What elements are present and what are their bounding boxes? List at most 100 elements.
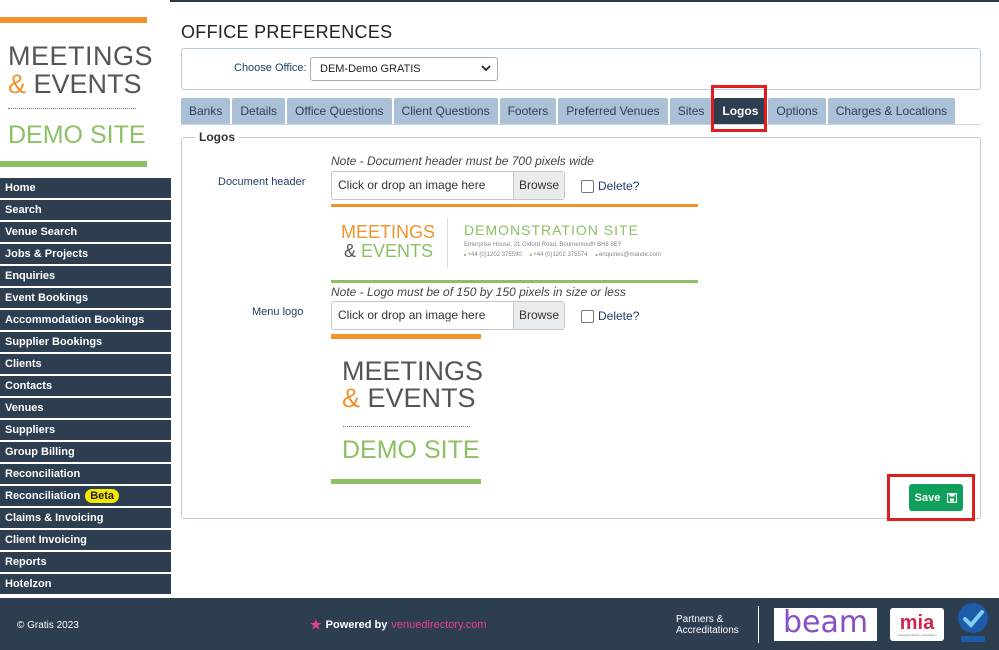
brand-logo[interactable]: MEETINGS & EVENTS DEMO SITE <box>0 17 153 169</box>
office-label: Choose Office: <box>234 62 307 74</box>
doc-preview-phone1: +44 (0)1202 375590 <box>464 252 522 258</box>
sidebar-item-label: Group Billing <box>5 446 75 458</box>
sidebar-item-group-billing[interactable]: Group Billing <box>0 442 171 464</box>
sidebar-item-label: Enquiries <box>5 270 56 282</box>
star-icon: ★ <box>310 617 322 632</box>
logo-line3: DEMO SITE <box>8 121 146 149</box>
document-header-label: Document header <box>218 176 306 188</box>
sidebar-item-label: Client Invoicing <box>5 534 87 546</box>
sidebar-item-search[interactable]: Search <box>0 200 171 222</box>
tab-charges-locations[interactable]: Charges & Locations <box>827 98 956 124</box>
beam-logo[interactable]: beam <box>774 604 877 641</box>
chevron-down-icon <box>481 65 491 72</box>
sidebar-item-reports[interactable]: Reports <box>0 552 171 574</box>
doc-preview-events: EVENTS <box>361 241 434 261</box>
beam-logo-text: beam <box>782 604 869 640</box>
menu-logo-browse-button[interactable]: Browse <box>513 302 564 329</box>
menu-logo-file-input[interactable]: Click or drop an image here Browse <box>331 301 565 330</box>
cyber-essentials-badge-icon[interactable] <box>957 602 989 646</box>
menu-preview-green-bar <box>331 479 481 484</box>
mia-logo-subtext: meetings industry association <box>897 632 937 637</box>
document-header-delete[interactable]: Delete? <box>581 179 639 193</box>
partners-divider <box>758 606 759 643</box>
logos-fieldset: Logos <box>181 130 981 519</box>
sidebar-item-reconciliation-beta[interactable]: Reconciliation Beta <box>0 486 171 508</box>
sidebar-item-hotelzon[interactable]: Hotelzon <box>0 574 171 596</box>
powered-by-text: Powered by <box>325 619 388 631</box>
logo-line2: & EVENTS <box>8 69 142 100</box>
tab-bar: Banks Details Office Questions Client Qu… <box>181 98 957 124</box>
doc-preview-contacts: +44 (0)1202 375590 +44 (0)1202 375574 en… <box>464 252 661 258</box>
sidebar-item-venue-search[interactable]: Venue Search <box>0 222 171 244</box>
partners-line1: Partners & <box>676 614 724 625</box>
logo-orange-bar <box>0 17 147 23</box>
document-header-note: Note - Document header must be 700 pixel… <box>331 154 594 168</box>
sidebar-item-event-bookings[interactable]: Event Bookings <box>0 288 171 310</box>
menu-preview-line2: & EVENTS <box>342 383 476 414</box>
sidebar-item-label: Hotelzon <box>5 578 52 590</box>
sidebar-item-label: Contacts <box>5 380 53 392</box>
tab-office-questions[interactable]: Office Questions <box>287 98 392 124</box>
doc-preview-orange-bar <box>331 204 698 207</box>
document-header-file-input[interactable]: Click or drop an image here Browse <box>331 171 565 200</box>
sidebar-item-enquiries[interactable]: Enquiries <box>0 266 171 288</box>
sidebar-item-jobs-projects[interactable]: Jobs & Projects <box>0 244 171 266</box>
menu-logo-label: Menu logo <box>252 306 304 318</box>
menu-logo-delete-label: Delete? <box>598 309 640 323</box>
sidebar-item-reconciliation[interactable]: Reconciliation <box>0 464 171 486</box>
sidebar-nav: Home Search Venue Search Jobs & Projects… <box>0 178 171 596</box>
sidebar-item-label: Clients <box>5 358 42 370</box>
tab-banks[interactable]: Banks <box>181 98 231 124</box>
tab-details[interactable]: Details <box>232 98 286 124</box>
document-header-preview: MEETINGS & EVENTS DEMONSTRATION SITE Ent… <box>331 204 698 284</box>
document-header-browse-button[interactable]: Browse <box>513 172 564 199</box>
sidebar-item-suppliers[interactable]: Suppliers <box>0 420 171 442</box>
sidebar-item-label: Search <box>5 204 42 216</box>
sidebar-item-accommodation-bookings[interactable]: Accommodation Bookings <box>0 310 171 332</box>
sidebar-item-label: Reports <box>5 556 47 568</box>
mia-logo[interactable]: mia meetings industry association <box>890 608 944 641</box>
logos-tab-highlight <box>711 85 767 132</box>
page-title: OFFICE PREFERENCES <box>181 22 393 42</box>
sidebar-item-label: Reconciliation <box>5 468 81 480</box>
top-rule <box>170 0 999 2</box>
sidebar-item-client-invoicing[interactable]: Client Invoicing <box>0 530 171 552</box>
tab-preferred-venues[interactable]: Preferred Venues <box>558 98 668 124</box>
document-header-delete-checkbox[interactable] <box>581 179 594 193</box>
sidebar-item-venues[interactable]: Venues <box>0 398 171 420</box>
doc-preview-amp: & <box>344 241 357 261</box>
menu-preview-line3: DEMO SITE <box>342 436 480 464</box>
tab-sites[interactable]: Sites <box>669 98 713 124</box>
menu-logo-note: Note - Logo must be of 150 by 150 pixels… <box>331 285 626 299</box>
sidebar-item-home[interactable]: Home <box>0 178 171 200</box>
menu-logo-delete-checkbox[interactable] <box>581 309 594 323</box>
doc-preview-green-bar <box>331 280 698 283</box>
doc-preview-divider <box>447 218 448 268</box>
menu-preview-divider <box>343 426 470 427</box>
save-button[interactable]: Save <box>909 484 963 511</box>
doc-preview-address: Enterprise House, 21 Oxford Road, Bourne… <box>464 242 622 248</box>
tab-footers[interactable]: Footers <box>499 98 557 124</box>
footer: © Gratis 2023 ★ Powered by venuedirector… <box>0 598 999 650</box>
sidebar-item-label: Claims & Invoicing <box>5 512 104 524</box>
menu-logo-delete[interactable]: Delete? <box>581 309 639 323</box>
sidebar-item-claims-invoicing[interactable]: Claims & Invoicing <box>0 508 171 530</box>
logo-line2-text: EVENTS <box>33 69 142 99</box>
sidebar-item-label: Event Bookings <box>5 292 89 304</box>
sidebar-item-supplier-bookings[interactable]: Supplier Bookings <box>0 332 171 354</box>
save-button-label: Save <box>914 491 941 504</box>
tab-client-questions[interactable]: Client Questions <box>393 98 498 124</box>
logo-green-bar <box>0 161 147 167</box>
doc-preview-site-title: DEMONSTRATION SITE <box>464 222 639 238</box>
partners-line2: Accreditations <box>676 625 739 636</box>
sidebar-item-clients[interactable]: Clients <box>0 354 171 376</box>
menu-logo-preview: MEETINGS & EVENTS DEMO SITE <box>331 334 483 484</box>
copyright: © Gratis 2023 <box>17 620 79 631</box>
venuedirectory-link[interactable]: venuedirectory.com <box>391 619 486 631</box>
sidebar-item-label: Accommodation Bookings <box>5 314 145 326</box>
menu-preview-events: EVENTS <box>367 383 476 413</box>
office-select[interactable]: DEM-Demo GRATIS <box>310 57 498 81</box>
beta-badge: Beta <box>85 489 120 503</box>
tab-options[interactable]: Options <box>768 98 826 124</box>
sidebar-item-contacts[interactable]: Contacts <box>0 376 171 398</box>
